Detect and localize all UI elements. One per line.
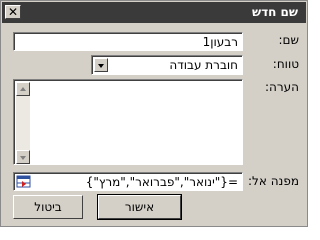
scope-label: טווח: [272, 57, 299, 71]
ok-button[interactable]: אישור [97, 194, 182, 220]
name-input-value: רבעון1 [202, 35, 238, 49]
refers-to-value: ={"ינואר","פברואר","מרץ"} [85, 175, 238, 189]
refers-to-input[interactable]: ={"ינואר","פברואר","מרץ"} [13, 172, 243, 191]
refers-to-label: מפנה אל: [248, 174, 299, 188]
name-label: שם: [278, 33, 299, 47]
comment-label: הערה: [264, 80, 299, 94]
comment-textarea[interactable] [13, 79, 243, 165]
new-name-dialog: שם חדש ✕ שם: רבעון1 טווח: חוברת עבודה הע… [0, 0, 308, 227]
dialog-title: שם חדש [251, 5, 298, 19]
cancel-button[interactable]: ביטול [13, 195, 83, 219]
range-select-icon[interactable] [16, 175, 32, 189]
title-bar: שם חדש ✕ [2, 2, 306, 23]
scroll-up-icon[interactable] [16, 82, 30, 96]
chevron-down-icon[interactable] [94, 58, 108, 72]
comment-scrollbar[interactable] [16, 82, 30, 164]
scope-select-value: חוברת עבודה [169, 58, 238, 72]
scope-select[interactable]: חוברת עבודה [91, 55, 243, 75]
scroll-down-icon[interactable] [16, 150, 30, 164]
name-input[interactable]: רבעון1 [13, 32, 243, 51]
close-icon[interactable]: ✕ [5, 5, 21, 19]
